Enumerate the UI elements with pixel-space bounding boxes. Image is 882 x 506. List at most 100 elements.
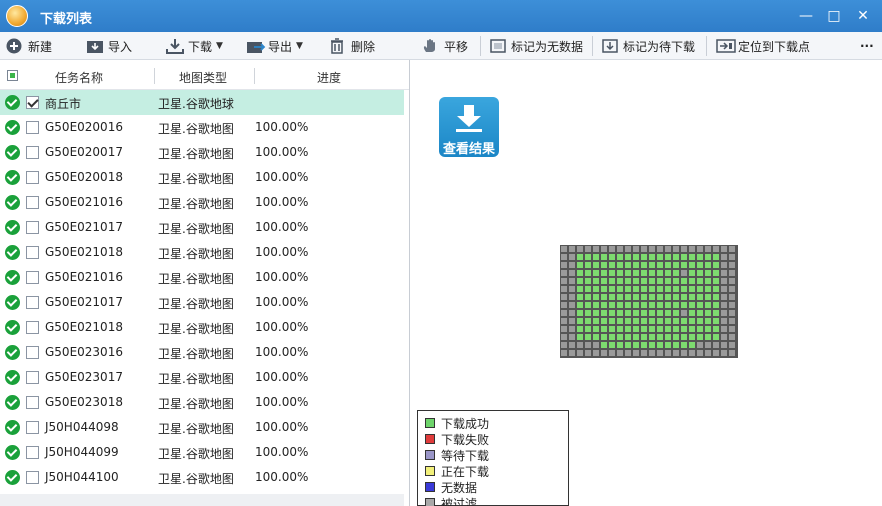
row-checkbox[interactable] bbox=[26, 446, 39, 459]
map-tile[interactable] bbox=[681, 334, 687, 340]
map-tile[interactable] bbox=[721, 294, 727, 300]
row-checkbox[interactable] bbox=[26, 371, 39, 384]
map-tile[interactable] bbox=[697, 254, 703, 260]
map-tile[interactable] bbox=[649, 350, 655, 356]
map-tile[interactable] bbox=[561, 254, 567, 260]
map-tile[interactable] bbox=[569, 270, 575, 276]
map-tile[interactable] bbox=[689, 246, 695, 252]
map-tile[interactable] bbox=[673, 318, 679, 324]
map-tile[interactable] bbox=[697, 318, 703, 324]
map-tile[interactable] bbox=[585, 326, 591, 332]
map-tile[interactable] bbox=[633, 318, 639, 324]
map-tile[interactable] bbox=[705, 286, 711, 292]
map-tile[interactable] bbox=[713, 294, 719, 300]
row-checkbox[interactable] bbox=[26, 146, 39, 159]
row-checkbox[interactable] bbox=[26, 96, 39, 109]
map-tile[interactable] bbox=[713, 310, 719, 316]
map-tile[interactable] bbox=[641, 350, 647, 356]
map-tile[interactable] bbox=[561, 342, 567, 348]
map-tile[interactable] bbox=[729, 342, 735, 348]
map-tile[interactable] bbox=[665, 342, 671, 348]
map-tile[interactable] bbox=[609, 262, 615, 268]
tile-grid[interactable] bbox=[560, 245, 738, 358]
map-tile[interactable] bbox=[665, 286, 671, 292]
map-tile[interactable] bbox=[689, 318, 695, 324]
map-tile[interactable] bbox=[593, 310, 599, 316]
map-tile[interactable] bbox=[697, 246, 703, 252]
table-row[interactable]: G50E023016 卫星.谷歌地图 100.00% bbox=[0, 340, 404, 365]
map-tile[interactable] bbox=[633, 254, 639, 260]
map-tile[interactable] bbox=[705, 342, 711, 348]
map-tile[interactable] bbox=[697, 326, 703, 332]
map-tile[interactable] bbox=[673, 334, 679, 340]
map-tile[interactable] bbox=[617, 294, 623, 300]
map-tile[interactable] bbox=[577, 278, 583, 284]
map-tile[interactable] bbox=[729, 334, 735, 340]
map-tile[interactable] bbox=[657, 310, 663, 316]
map-tile[interactable] bbox=[705, 350, 711, 356]
map-tile[interactable] bbox=[689, 278, 695, 284]
map-tile[interactable] bbox=[585, 254, 591, 260]
map-tile[interactable] bbox=[649, 342, 655, 348]
map-view[interactable]: 查看结果 下载成功 下载失败 等待下载 正在下载 无数据 被过滤 bbox=[411, 60, 882, 506]
map-tile[interactable] bbox=[713, 270, 719, 276]
map-tile[interactable] bbox=[641, 286, 647, 292]
map-tile[interactable] bbox=[617, 350, 623, 356]
close-icon[interactable]: ✕ bbox=[853, 6, 873, 26]
map-tile[interactable] bbox=[633, 302, 639, 308]
map-tile[interactable] bbox=[681, 286, 687, 292]
map-tile[interactable] bbox=[681, 278, 687, 284]
map-tile[interactable] bbox=[625, 302, 631, 308]
map-tile[interactable] bbox=[561, 326, 567, 332]
map-tile[interactable] bbox=[585, 310, 591, 316]
map-tile[interactable] bbox=[625, 270, 631, 276]
map-tile[interactable] bbox=[617, 310, 623, 316]
map-tile[interactable] bbox=[569, 318, 575, 324]
map-tile[interactable] bbox=[673, 246, 679, 252]
map-tile[interactable] bbox=[569, 254, 575, 260]
map-tile[interactable] bbox=[657, 334, 663, 340]
map-tile[interactable] bbox=[577, 286, 583, 292]
table-row[interactable]: 商丘市 卫星.谷歌地球 bbox=[0, 90, 404, 115]
map-tile[interactable] bbox=[593, 278, 599, 284]
map-tile[interactable] bbox=[569, 302, 575, 308]
map-tile[interactable] bbox=[649, 262, 655, 268]
map-tile[interactable] bbox=[609, 278, 615, 284]
map-tile[interactable] bbox=[689, 254, 695, 260]
map-tile[interactable] bbox=[673, 254, 679, 260]
map-tile[interactable] bbox=[561, 334, 567, 340]
map-tile[interactable] bbox=[673, 262, 679, 268]
table-row[interactable]: G50E021018 卫星.谷歌地图 100.00% bbox=[0, 315, 404, 340]
map-tile[interactable] bbox=[641, 302, 647, 308]
map-tile[interactable] bbox=[657, 254, 663, 260]
map-tile[interactable] bbox=[617, 286, 623, 292]
map-tile[interactable] bbox=[593, 294, 599, 300]
map-tile[interactable] bbox=[713, 286, 719, 292]
map-tile[interactable] bbox=[641, 310, 647, 316]
map-tile[interactable] bbox=[641, 326, 647, 332]
map-tile[interactable] bbox=[617, 270, 623, 276]
map-tile[interactable] bbox=[729, 302, 735, 308]
map-tile[interactable] bbox=[681, 294, 687, 300]
map-tile[interactable] bbox=[697, 286, 703, 292]
map-tile[interactable] bbox=[633, 294, 639, 300]
map-tile[interactable] bbox=[577, 294, 583, 300]
map-tile[interactable] bbox=[729, 278, 735, 284]
map-tile[interactable] bbox=[609, 326, 615, 332]
map-tile[interactable] bbox=[625, 350, 631, 356]
table-row[interactable]: G50E021018 卫星.谷歌地图 100.00% bbox=[0, 240, 404, 265]
map-tile[interactable] bbox=[625, 286, 631, 292]
export-button[interactable]: 导出 ▼ bbox=[246, 36, 303, 56]
map-tile[interactable] bbox=[641, 262, 647, 268]
map-tile[interactable] bbox=[657, 270, 663, 276]
map-tile[interactable] bbox=[593, 286, 599, 292]
map-tile[interactable] bbox=[713, 246, 719, 252]
map-tile[interactable] bbox=[617, 246, 623, 252]
map-tile[interactable] bbox=[657, 350, 663, 356]
row-checkbox[interactable] bbox=[26, 171, 39, 184]
pan-button[interactable]: 平移 bbox=[422, 36, 468, 56]
map-tile[interactable] bbox=[633, 342, 639, 348]
map-tile[interactable] bbox=[729, 326, 735, 332]
map-tile[interactable] bbox=[625, 326, 631, 332]
map-tile[interactable] bbox=[649, 318, 655, 324]
